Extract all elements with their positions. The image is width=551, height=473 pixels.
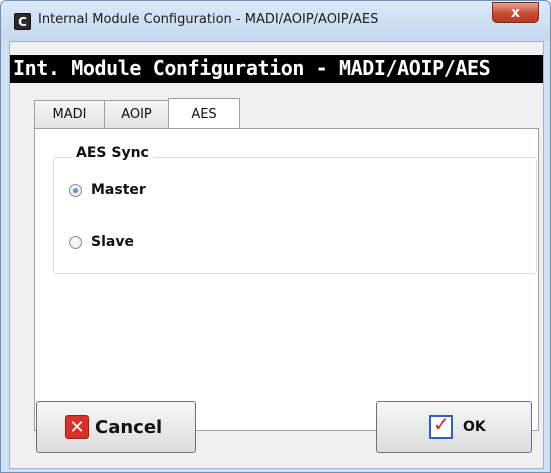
dialog-body: Int. Module Configuration - MADI/AOIP/AE… [9, 41, 544, 469]
radio-master[interactable]: Master [69, 181, 146, 199]
cancel-button[interactable]: ✕ Cancel [36, 401, 196, 453]
radio-master-button[interactable] [69, 183, 82, 197]
aes-sync-group [53, 157, 537, 274]
tab-aes-label: AES [191, 106, 217, 122]
app-icon[interactable]: C [14, 13, 31, 30]
tab-panel-aes: AES Sync Master Slave [34, 128, 539, 431]
dialog-window: C Internal Module Configuration - MADI/A… [0, 0, 551, 473]
tab-aoip[interactable]: AOIP [104, 100, 169, 128]
ok-button[interactable]: ✓ OK [376, 401, 532, 453]
tab-madi[interactable]: MADI [34, 100, 105, 128]
ok-button-label: OK [463, 419, 486, 435]
app-icon-letter: C [18, 14, 27, 29]
checkmark-icon: ✓ [429, 412, 453, 439]
window-title: Internal Module Configuration - MADI/AOI… [38, 12, 379, 27]
radio-slave-button[interactable] [69, 235, 82, 249]
radio-master-label[interactable]: Master [91, 182, 146, 198]
header-banner: Int. Module Configuration - MADI/AOIP/AE… [10, 55, 543, 83]
title-bar[interactable]: C Internal Module Configuration - MADI/A… [1, 1, 550, 41]
cancel-x-icon: ✕ [65, 415, 89, 439]
radio-slave-label[interactable]: Slave [91, 234, 134, 250]
radio-slave[interactable]: Slave [69, 233, 134, 251]
cancel-button-label: Cancel [95, 416, 163, 438]
aes-sync-group-title: AES Sync [72, 145, 153, 161]
tab-madi-label: MADI [52, 107, 87, 122]
tab-aes[interactable]: AES [168, 98, 240, 129]
tab-aoip-label: AOIP [121, 107, 152, 122]
close-icon: x [510, 4, 521, 21]
close-button[interactable]: x [492, 2, 539, 23]
header-title: Int. Module Configuration - MADI/AOIP/AE… [13, 56, 491, 80]
